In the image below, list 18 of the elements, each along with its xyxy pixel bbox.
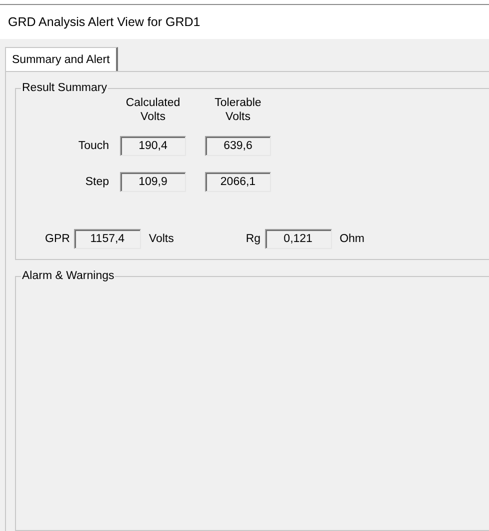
field-label: Rg xyxy=(246,233,261,245)
tab[interactable]: Summary and Alert xyxy=(5,47,118,71)
column-header: Tolerable Volts xyxy=(214,96,262,124)
window-title: GRD Analysis Alert View for GRD1 xyxy=(8,15,200,29)
group-title: Alarm & Warnings xyxy=(21,270,116,282)
field-label: GPR xyxy=(45,233,70,245)
value-field: 2066,1 xyxy=(205,172,271,192)
row-label: Step xyxy=(84,176,109,188)
value-field: 1157,4 xyxy=(74,229,141,249)
value-field: 109,9 xyxy=(120,172,186,192)
group-title: Result Summary xyxy=(21,82,108,94)
column-header: Calculated Volts xyxy=(124,96,182,124)
value-field: 0,121 xyxy=(264,229,332,249)
value-field: 639,6 xyxy=(205,136,271,156)
unit-label: Ohm xyxy=(340,233,364,245)
row-label: Touch xyxy=(77,140,109,152)
unit-label: Volts xyxy=(148,233,174,245)
value-field: 190,4 xyxy=(120,136,186,156)
